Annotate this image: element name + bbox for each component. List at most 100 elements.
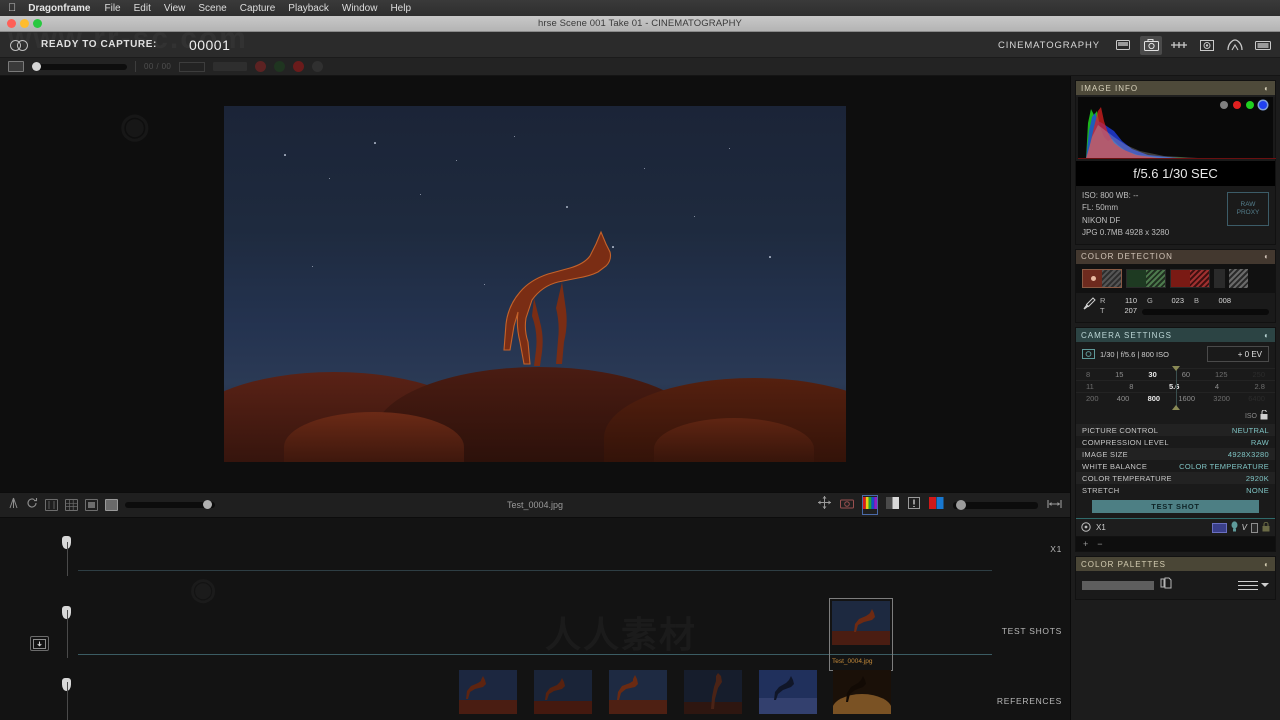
hatched-toggle-icon[interactable]	[312, 61, 324, 72]
swatch-green[interactable]	[1126, 268, 1166, 288]
animation-icon[interactable]	[1168, 36, 1190, 55]
swatch-red[interactable]	[1170, 268, 1210, 288]
monitor-icon[interactable]	[1112, 36, 1134, 55]
shutter-val-5[interactable]: 250	[1252, 370, 1265, 379]
setting-color-temperature[interactable]: COLOR TEMPERATURE 2920K	[1076, 472, 1275, 485]
menu-item-playback[interactable]: Playback	[288, 3, 329, 14]
menu-item-window[interactable]: Window	[342, 3, 378, 14]
iso-val-5[interactable]: 6400	[1248, 394, 1265, 403]
camera-x1-row[interactable]: X1 V	[1076, 518, 1275, 538]
playback-slider-handle[interactable]	[32, 61, 41, 71]
timeline-track-test-shots[interactable]: TEST SHOTS Test_0004.jpg	[0, 598, 1070, 671]
grayscale-icon[interactable]	[886, 496, 899, 514]
setting-value[interactable]: RAW	[1251, 438, 1269, 447]
setting-value[interactable]: 2920K	[1246, 474, 1269, 483]
lock-icon[interactable]	[1262, 521, 1270, 534]
capture-preview-image[interactable]	[224, 106, 846, 462]
delete-frame-icon[interactable]	[293, 61, 305, 72]
exposure-badge-icon[interactable]	[1211, 522, 1227, 533]
list-item[interactable]: Test_0001.jpg	[832, 670, 892, 720]
exposure-scales[interactable]: 8 15 30 60 125 250 11 8 5.6 4 2.8 200 40…	[1076, 366, 1275, 411]
target-icon[interactable]	[1081, 522, 1091, 534]
test-shot-button[interactable]: TEST SHOT	[1092, 500, 1259, 514]
aperture-icon[interactable]	[1196, 36, 1218, 55]
panel-menu-icon[interactable]: ◐	[1264, 331, 1270, 340]
menu-item-file[interactable]: File	[105, 3, 121, 14]
fit-width-icon[interactable]	[1047, 496, 1062, 514]
iso-val-2[interactable]: 800	[1148, 394, 1161, 403]
histogram[interactable]	[1078, 97, 1276, 159]
arc-motion-icon[interactable]	[1224, 36, 1246, 55]
green-dot[interactable]	[1246, 101, 1254, 109]
move-icon[interactable]	[818, 496, 831, 514]
remove-camera-button[interactable]: −	[1097, 539, 1102, 549]
panel-menu-icon[interactable]: ◐	[1264, 84, 1270, 93]
menu-item-edit[interactable]: Edit	[134, 3, 151, 14]
copy-icon[interactable]	[1160, 576, 1172, 594]
list-item[interactable]: Med 01.jpg	[609, 670, 667, 720]
setting-value[interactable]: NONE	[1246, 486, 1269, 495]
timeline-track-x1[interactable]: X1	[0, 532, 1070, 576]
shutter-val-4[interactable]: 125	[1215, 370, 1228, 379]
red-dot[interactable]	[1233, 101, 1241, 109]
list-item[interactable]: Test_0004.jpg	[534, 670, 592, 720]
luma-dot[interactable]	[1220, 101, 1228, 109]
panel-menu-icon[interactable]: ◐	[1264, 560, 1270, 569]
aperture-val-4[interactable]: 2.8	[1255, 382, 1265, 391]
menu-item-scene[interactable]: Scene	[198, 3, 226, 14]
camera-toggle-icon[interactable]	[840, 496, 854, 514]
eyedropper-icon[interactable]	[1082, 297, 1096, 315]
setting-value[interactable]: 4928X3280	[1228, 450, 1269, 459]
timeline-track-references[interactable]: REFERENCES Test_0005.jpg Test_0004.jpg	[0, 670, 1070, 720]
shutter-val-3[interactable]: 60	[1182, 370, 1190, 379]
setting-stretch[interactable]: STRETCH NONE	[1076, 484, 1275, 496]
aperture-val-3[interactable]: 4	[1215, 382, 1219, 391]
import-icon[interactable]	[30, 636, 49, 651]
bulb-icon[interactable]	[1231, 521, 1238, 534]
timeline-panel[interactable]: ◉ 人人素材 X1 TEST SHOTS Test_0004.jpg REFER…	[0, 518, 1070, 720]
setting-value[interactable]: COLOR TEMPERATURE	[1179, 462, 1269, 471]
aperture-val-0[interactable]: 11	[1086, 382, 1094, 391]
add-camera-button[interactable]: +	[1083, 539, 1088, 549]
menu-item-capture[interactable]: Capture	[240, 3, 276, 14]
aperture-val-2[interactable]: 5.6	[1169, 382, 1179, 391]
app-name-label[interactable]: Dragonframe	[28, 3, 90, 14]
setting-compression-level[interactable]: COMPRESSION LEVEL RAW	[1076, 436, 1275, 448]
ev-compensation[interactable]: + 0 EV	[1207, 346, 1269, 363]
timeline-thumbnail[interactable]: Test_0004.jpg	[829, 598, 893, 671]
lock-open-icon[interactable]	[1260, 409, 1268, 422]
shutter-val-1[interactable]: 15	[1115, 370, 1123, 379]
raw-proxy-button[interactable]: RAW PROXY	[1227, 192, 1269, 226]
setting-value[interactable]: NEUTRAL	[1232, 426, 1269, 435]
onionskin-slider[interactable]	[213, 62, 248, 71]
list-item[interactable]: Close_01.jpg	[684, 670, 742, 720]
exposure-warn-icon[interactable]	[908, 496, 920, 514]
list-item[interactable]: Test_0003.jpg	[759, 670, 817, 720]
playback-slider[interactable]	[32, 61, 127, 71]
setting-image-size[interactable]: IMAGE SIZE 4928X3280	[1076, 448, 1275, 461]
aperture-val-1[interactable]: 8	[1129, 382, 1133, 391]
timecode-field[interactable]	[179, 61, 206, 72]
shutter-val-2[interactable]: 30	[1148, 370, 1156, 379]
iso-val-4[interactable]: 3200	[1213, 394, 1230, 403]
image-viewer[interactable]: ◉ 人人素材	[0, 76, 1070, 492]
palette-strip[interactable]	[1082, 580, 1154, 590]
setting-white-balance[interactable]: WHITE BALANCE COLOR TEMPERATURE	[1076, 460, 1275, 472]
list-item[interactable]: Test_0005.jpg	[459, 670, 517, 720]
setting-picture-control[interactable]: PICTURE CONTROL NEUTRAL	[1076, 424, 1275, 437]
frame-counter[interactable]: 00001	[189, 37, 230, 53]
filmstrip-icon[interactable]	[1252, 36, 1274, 55]
live-toggle-icon[interactable]	[274, 61, 286, 72]
chroma-icon[interactable]	[929, 496, 944, 514]
tolerance-slider[interactable]	[1142, 308, 1269, 315]
battery-icon[interactable]	[1251, 522, 1258, 533]
iso-val-0[interactable]: 200	[1086, 394, 1099, 403]
apple-icon[interactable]: 	[8, 2, 16, 14]
panel-menu-icon[interactable]: ◐	[1264, 252, 1270, 261]
menu-item-view[interactable]: View	[164, 3, 186, 14]
video-icon[interactable]: V	[1242, 523, 1247, 532]
playback-view-icon[interactable]	[8, 61, 24, 72]
shutter-val-0[interactable]: 8	[1086, 370, 1090, 379]
blue-dot[interactable]	[1259, 101, 1267, 109]
camera-icon[interactable]	[1140, 35, 1162, 55]
